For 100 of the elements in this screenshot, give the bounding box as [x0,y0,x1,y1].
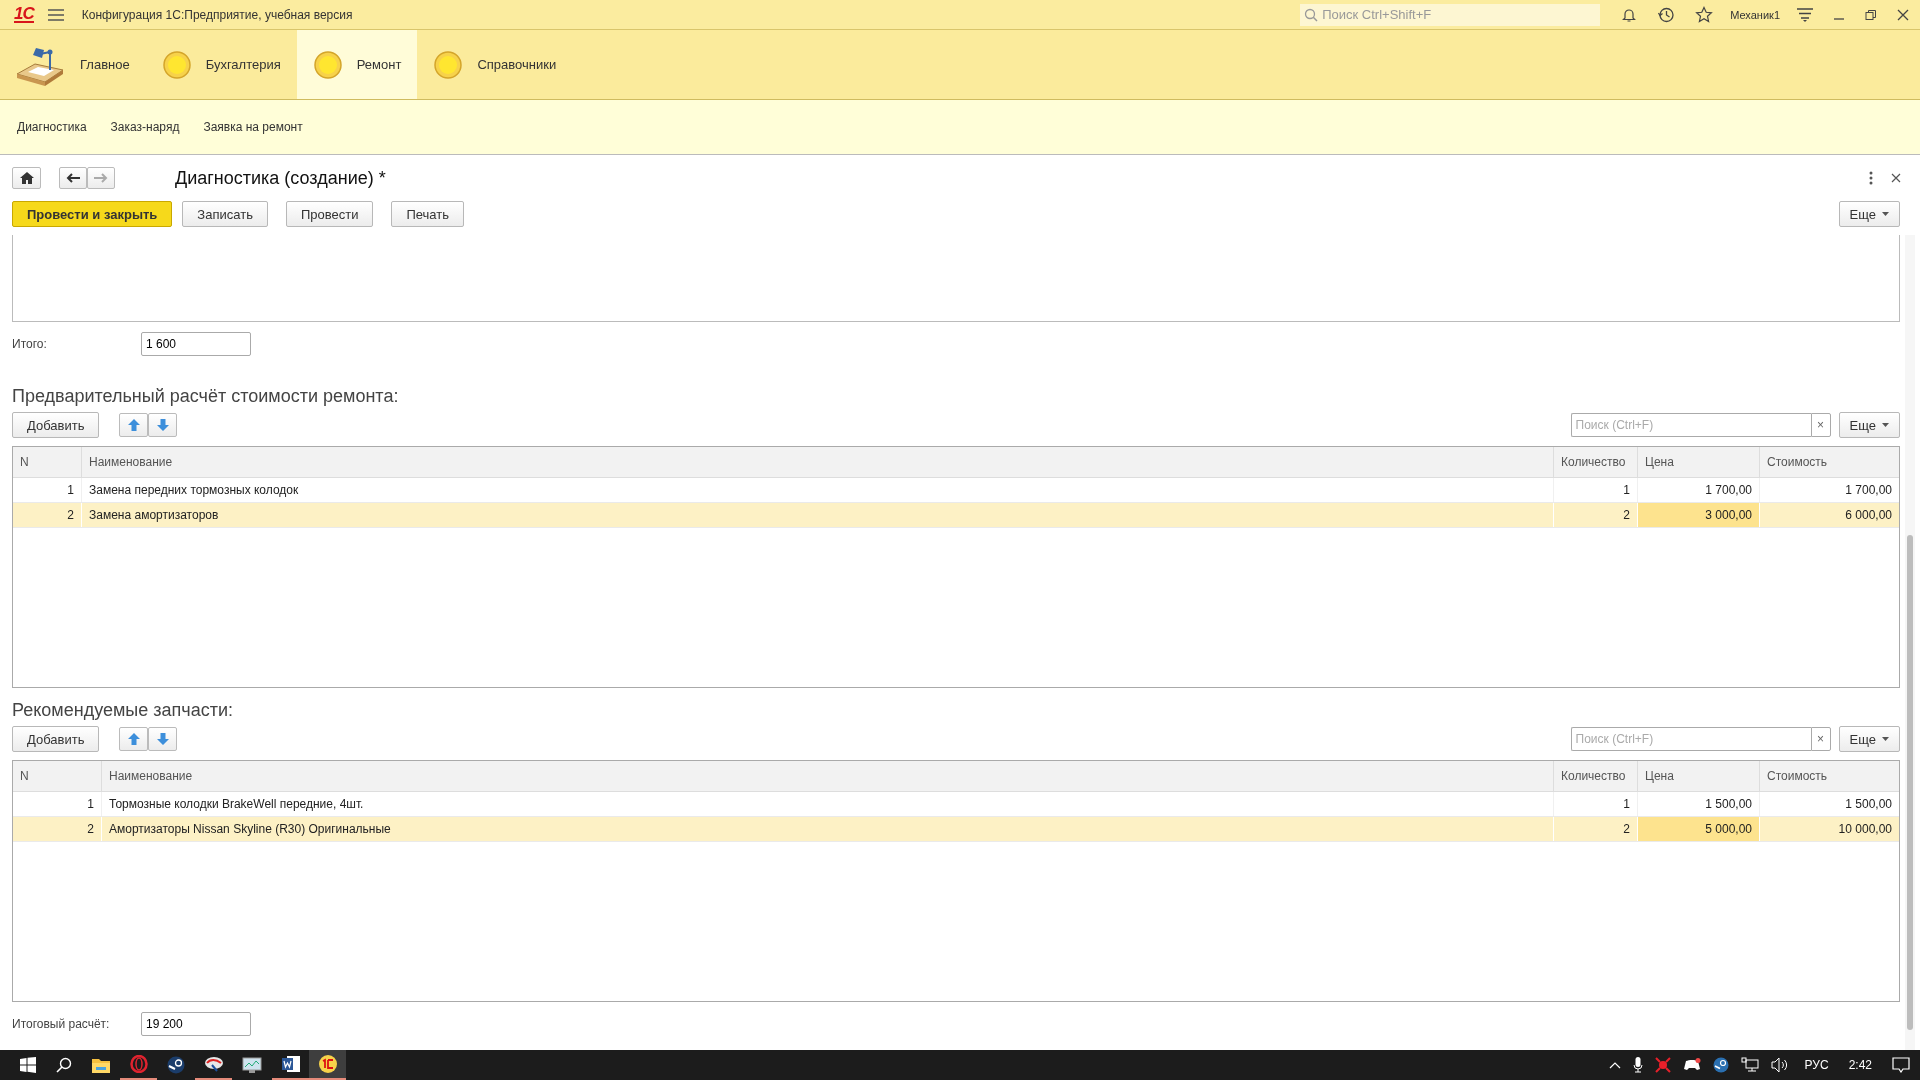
chevron-up-icon[interactable] [1608,1061,1621,1069]
settings-menu-icon[interactable] [1797,7,1813,22]
table-cell: Замена амортизаторов [81,503,1553,527]
section-tab[interactable]: Ремонт [296,30,418,99]
move-up-button[interactable] [119,727,149,751]
grand-total-field[interactable]: 19 200 [141,1012,251,1036]
home-button[interactable] [12,167,41,189]
user-name[interactable]: Механик1 [1730,8,1780,21]
steam-icon[interactable] [167,1056,185,1074]
search-icon[interactable] [56,1057,72,1073]
folder-icon[interactable] [92,1057,110,1073]
command-button[interactable]: Провести [285,201,374,227]
column-header[interactable]: Количество [1553,761,1637,791]
caret-icon [1882,212,1889,216]
move-down-button[interactable] [148,727,178,751]
section-heading: Рекомендуемые запчасти: [12,700,234,722]
table-cell: 1 700,00 [1759,478,1899,502]
restore-icon[interactable] [1865,8,1877,21]
table-cell: 6 000,00 [1759,503,1899,527]
table-cell: 1 700,00 [1637,478,1759,502]
column-header[interactable]: Стоимость [1759,447,1899,477]
table-cell-text: 2 [86,821,95,838]
table-cell-text: 2 [66,507,75,524]
search-icon [1304,7,1319,22]
section-tab[interactable]: Бухгалтерия [145,30,297,99]
total-field[interactable]: 1 600 [141,332,251,356]
language-indicator[interactable]: РУС [1804,1058,1829,1072]
app-circle-icon[interactable] [317,1054,338,1074]
table-cell-text: 1 [86,796,95,813]
command-button[interactable]: Записать [182,201,268,227]
subsystem-link[interactable]: Диагностика [17,120,87,134]
network-icon[interactable] [1740,1057,1759,1073]
steam-icon[interactable] [1712,1057,1729,1073]
circle-icon [312,49,343,80]
column-header[interactable]: Количество [1553,447,1637,477]
history-icon[interactable] [1657,5,1676,24]
scrollbar[interactable] [1905,235,1915,1050]
field-label: Итого: [12,337,48,351]
form-title: Диагностика (создание) * [175,167,386,189]
caret-icon [1882,423,1889,427]
search-field[interactable]: Поиск Ctrl+Shift+F [1300,3,1601,26]
document-icon[interactable] [281,1055,300,1073]
notification-icon[interactable] [1892,1057,1910,1073]
monitor-icon[interactable] [242,1056,262,1074]
more-button[interactable]: Еще [1838,726,1900,752]
table-row[interactable]: 2 Замена амортизаторов 2 3 000,00 6 000,00 [13,503,1899,528]
table-cell: Амортизаторы Nissan Skyline (R30) Оригинальные [101,817,1553,841]
network-nodes-icon[interactable] [1654,1057,1671,1073]
column-header[interactable]: N [13,447,81,477]
clear-button[interactable]: × [1810,413,1831,437]
command-button[interactable]: Печать [391,201,464,227]
search-field[interactable]: Поиск (Ctrl+F) [1570,727,1811,751]
table-cell: Тормозные колодки BrakeWell передние, 4шт. [101,792,1553,816]
section-tab[interactable]: Справочники [417,30,573,99]
command-button[interactable]: Провести и закрыть [12,201,173,227]
more-button[interactable]: Еще [1838,412,1900,438]
arrow-up-icon [127,419,140,431]
table-cell: 1 500,00 [1759,792,1899,816]
gamepad-icon[interactable] [1682,1058,1701,1072]
app-logo[interactable]: 1С [14,6,34,23]
close-icon[interactable] [1897,8,1909,21]
subsystem-link[interactable]: Заявка на ремонт [203,120,303,134]
column-header[interactable]: Наименование [101,761,1553,791]
ring-icon[interactable] [129,1055,148,1073]
more-vertical-icon[interactable] [1869,171,1873,185]
column-header[interactable]: Наименование [81,447,1553,477]
table-row[interactable]: 2 Амортизаторы Nissan Skyline (R30) Оригинальные 2 5 000,00 10 000,00 [13,817,1899,842]
clock[interactable]: 2:42 [1848,1058,1872,1072]
speaker-icon[interactable] [1770,1057,1789,1073]
close-icon[interactable] [1891,173,1901,183]
circle-icon [161,49,192,80]
search-field[interactable]: Поиск (Ctrl+F) [1570,413,1811,437]
add-button[interactable]: Добавить [12,726,100,752]
arrow-right-icon [94,173,108,183]
table-cell-text: 1 [66,482,75,499]
table-cell: 1 [1553,792,1637,816]
move-down-button[interactable] [148,413,178,437]
windows-icon[interactable] [20,1057,36,1073]
section-tab[interactable]: Главное [14,30,146,99]
menu-icon[interactable] [47,8,64,21]
add-button[interactable]: Добавить [12,412,100,438]
arrow-down-icon [156,733,169,745]
move-up-button[interactable] [119,413,149,437]
table-cell: Замена передних тормозных колодок [81,478,1553,502]
microphone-icon[interactable] [1632,1057,1643,1073]
column-header[interactable]: N [13,761,101,791]
caret-icon [1882,737,1889,741]
table-cell: 5 000,00 [1637,817,1759,841]
column-header[interactable]: Цена [1637,761,1759,791]
arrow-up-icon [127,733,140,745]
home-icon [19,172,34,184]
back-button[interactable] [59,167,87,189]
clear-button[interactable]: × [1810,727,1831,751]
star-icon[interactable] [1695,5,1714,24]
column-header[interactable]: Цена [1637,447,1759,477]
arrow-left-icon [66,173,80,183]
bell-icon[interactable] [1621,6,1638,23]
more-button[interactable]: Еще [1838,201,1900,227]
column-header[interactable]: Стоимость [1759,761,1899,791]
subsystem-link[interactable]: Заказ-наряд [110,120,180,134]
